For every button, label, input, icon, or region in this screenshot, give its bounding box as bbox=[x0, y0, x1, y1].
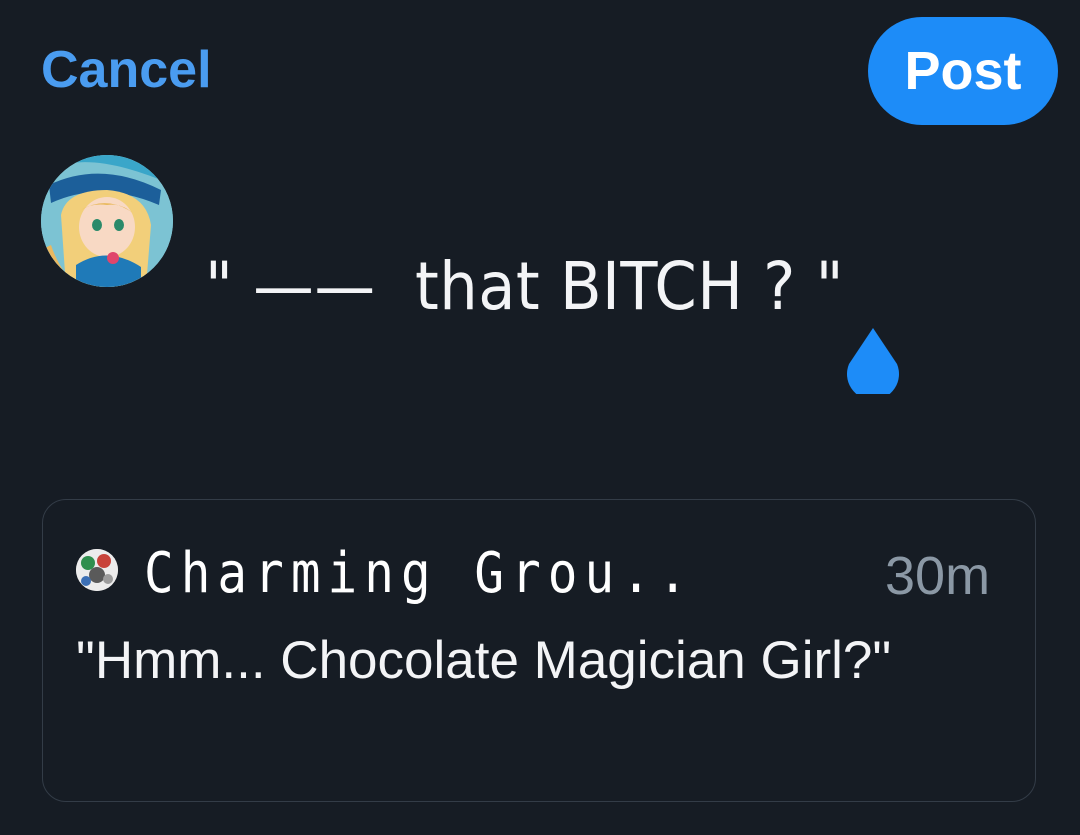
cancel-button[interactable]: Cancel bbox=[41, 38, 212, 102]
quoted-post-avatar bbox=[76, 549, 118, 591]
quoted-post-text: "Hmm... Chocolate Magician Girl?" bbox=[76, 631, 892, 690]
quoted-post-time: 30m bbox=[885, 546, 991, 606]
text-cursor-handle[interactable] bbox=[843, 326, 903, 400]
quoted-post-author: Charming Grou.. bbox=[144, 541, 695, 606]
avatar bbox=[41, 155, 173, 287]
post-button[interactable]: Post bbox=[868, 17, 1058, 125]
compose-text[interactable]: " —— that BITCH ? " bbox=[205, 247, 844, 327]
